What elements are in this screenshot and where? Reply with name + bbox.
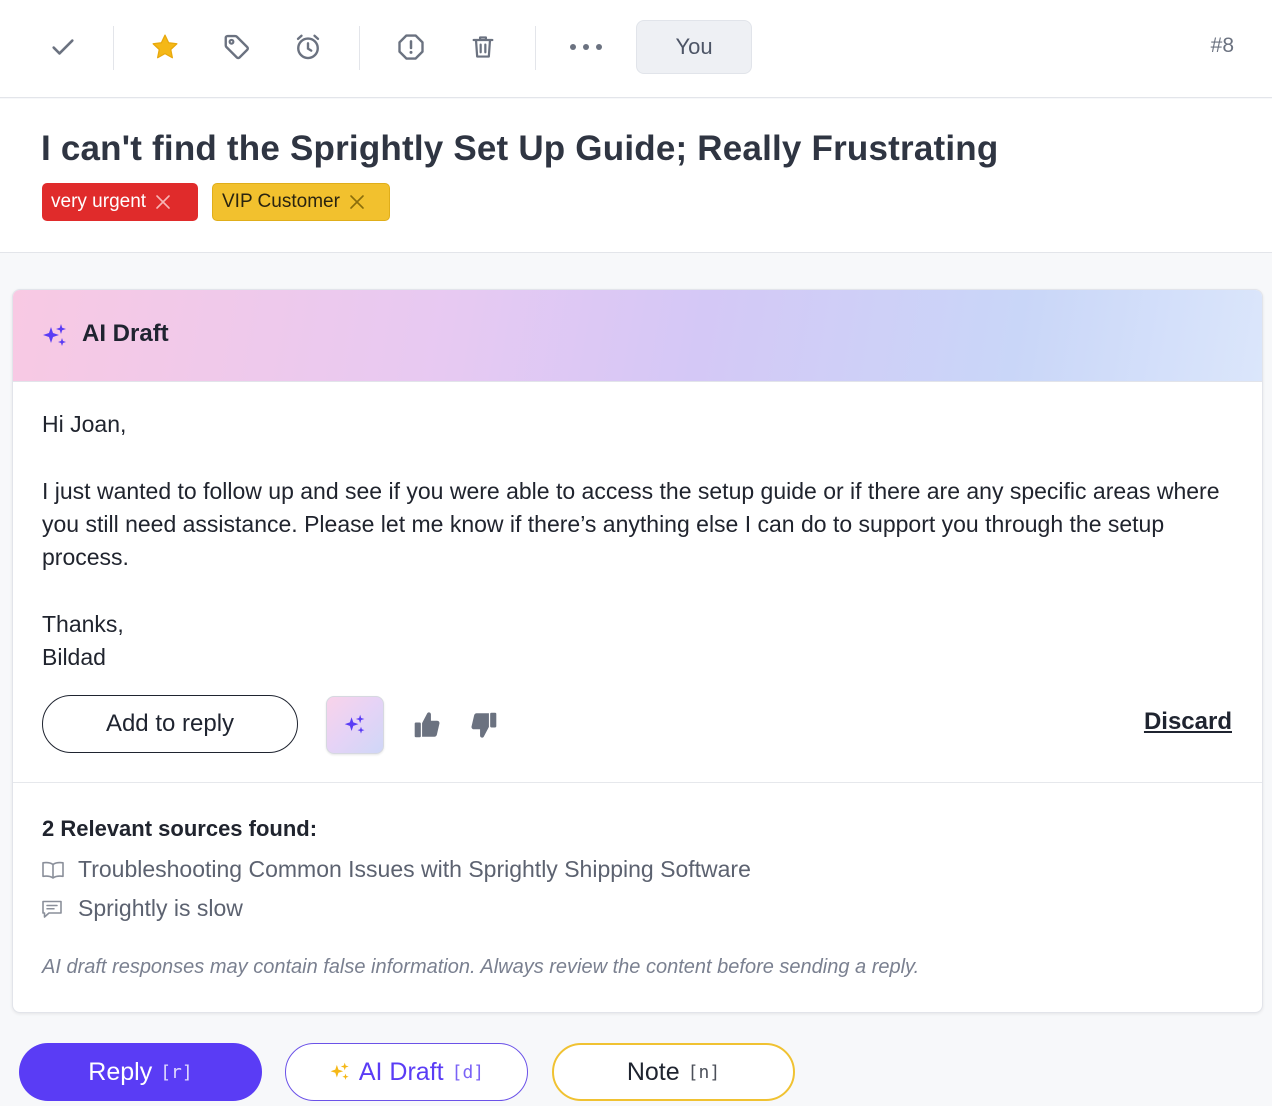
trash-icon — [472, 36, 494, 58]
remove-tag-button[interactable] — [155, 194, 171, 210]
star-icon — [152, 34, 178, 59]
source-item[interactable]: Sprightly is slow — [41, 895, 243, 922]
thumbs-down-button[interactable] — [468, 707, 500, 743]
thumbs-up-button[interactable] — [411, 707, 443, 743]
sparkles-icon — [329, 1061, 351, 1083]
ai-draft-button[interactable]: AI Draft [d] — [285, 1043, 528, 1101]
tag-button[interactable] — [217, 27, 257, 67]
assignee-button[interactable]: You — [636, 20, 752, 74]
reply-button[interactable]: Reply [r] — [19, 1043, 262, 1101]
tag-label: very urgent — [51, 191, 147, 212]
discard-link[interactable]: Discard — [1144, 708, 1232, 736]
alert-icon — [398, 34, 424, 60]
source-item[interactable]: Troubleshooting Common Issues with Sprig… — [41, 856, 751, 883]
draft-greeting: Hi Joan, — [42, 411, 127, 437]
toolbar-divider — [113, 26, 114, 70]
ticket-header: I can't find the Sprightly Set Up Guide;… — [0, 99, 1272, 253]
note-label: Note — [626, 1057, 680, 1086]
ticket-number: #8 — [1210, 34, 1234, 57]
ai-draft-card: AI Draft Hi Joan, I just wanted to follo… — [12, 289, 1263, 1013]
toolbar-divider — [359, 26, 360, 70]
sparkle-icon — [344, 714, 365, 734]
delete-button[interactable] — [463, 27, 503, 67]
book-icon — [42, 861, 64, 879]
card-divider — [13, 782, 1262, 783]
note-button[interactable]: Note [n] — [552, 1043, 795, 1101]
draft-body-text: I just wanted to follow up and see if yo… — [42, 478, 1220, 570]
sparkle-icon — [43, 324, 66, 346]
toolbar-divider — [535, 26, 536, 70]
ai-draft-title: AI Draft — [82, 320, 169, 347]
reply-label: Reply — [88, 1057, 153, 1086]
ai-disclaimer: AI draft responses may contain false inf… — [42, 956, 920, 978]
more-actions-button[interactable] — [566, 27, 606, 67]
draft-signature: Bildad — [42, 644, 106, 670]
snooze-button[interactable] — [288, 27, 328, 67]
reply-shortcut: [r] — [160, 1061, 193, 1083]
tag-icon — [224, 34, 249, 60]
ai-draft-label: AI Draft — [358, 1057, 444, 1086]
alarm-clock-icon — [296, 34, 320, 60]
tag-very-urgent: very urgent — [42, 183, 198, 221]
ticket-toolbar: You #8 — [0, 0, 1272, 98]
draft-message: Hi Joan, I just wanted to follow up and … — [42, 408, 1242, 674]
thumbs-down-icon — [471, 712, 497, 738]
spam-button[interactable] — [391, 27, 431, 67]
check-icon — [52, 39, 74, 55]
close-icon — [350, 195, 364, 209]
thumbs-up-icon — [414, 712, 440, 738]
message-icon — [42, 900, 62, 918]
ai-draft-header: AI Draft — [13, 290, 1262, 382]
draft-closing: Thanks, — [42, 611, 124, 637]
remove-tag-button[interactable] — [349, 194, 365, 210]
source-label: Sprightly is slow — [78, 895, 243, 921]
ai-draft-shortcut: [d] — [451, 1061, 485, 1083]
regenerate-draft-button[interactable] — [326, 696, 384, 754]
tag-vip-customer: VIP Customer — [212, 183, 390, 221]
star-button[interactable] — [145, 27, 185, 67]
add-to-reply-button[interactable]: Add to reply — [42, 695, 298, 753]
close-icon — [156, 195, 170, 209]
tag-label: VIP Customer — [222, 191, 340, 212]
sources-title: 2 Relevant sources found: — [42, 816, 318, 841]
ticket-title: I can't find the Sprightly Set Up Guide;… — [41, 129, 999, 168]
resolve-button[interactable] — [43, 27, 83, 67]
source-label: Troubleshooting Common Issues with Sprig… — [78, 856, 751, 882]
more-icon — [570, 44, 602, 50]
note-shortcut: [n] — [687, 1061, 721, 1083]
